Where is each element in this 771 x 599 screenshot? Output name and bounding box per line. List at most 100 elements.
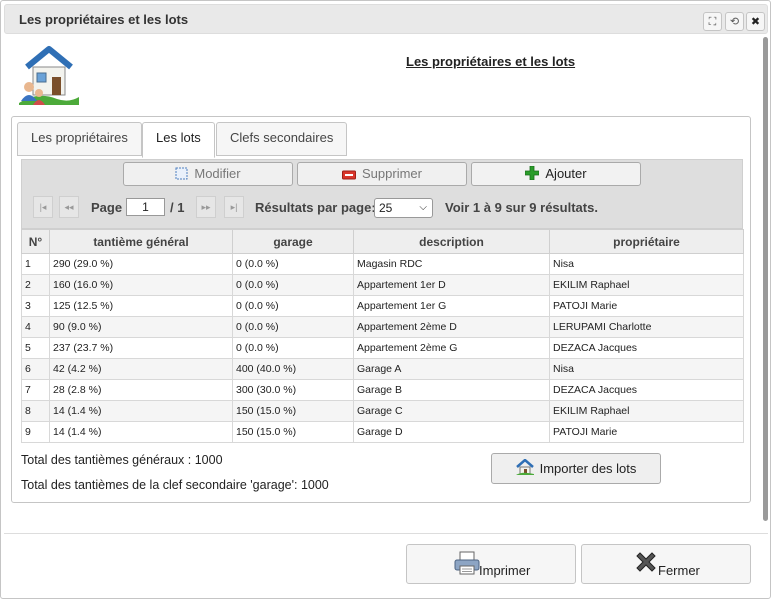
add-button[interactable]: Ajouter <box>471 162 641 186</box>
print-button[interactable]: Imprimer <box>406 544 576 584</box>
cell-description: Appartement 1er G <box>353 295 550 317</box>
cell-number: 1 <box>21 253 50 275</box>
dialog-window: Les propriétaires et les lots ⛶ ⟲ ✖ Les … <box>0 0 771 599</box>
plus-icon <box>525 166 540 180</box>
print-label: Imprimer <box>479 563 531 578</box>
edit-icon <box>175 167 188 180</box>
chevron-down-icon: ⌵ <box>419 202 427 213</box>
total-general-text: Total des tantièmes généraux : 1000 <box>21 453 223 467</box>
cell-description: Appartement 1er D <box>353 274 550 296</box>
close-label: Fermer <box>658 563 700 578</box>
next-page-button[interactable]: ▸▸ <box>196 196 216 218</box>
table-row[interactable]: 7 28 (2.8 %) 300 (30.0 %) Garage B DEZACA Ja… <box>21 379 744 401</box>
table-header-row: N° tantième général garage description p… <box>21 229 744 254</box>
cell-description: Magasin RDC <box>353 253 550 275</box>
cell-number: 5 <box>21 337 50 359</box>
cell-tantieme: 28 (2.8 %) <box>49 379 233 401</box>
column-header-proprietaire[interactable]: propriétaire <box>549 229 744 254</box>
cell-tantieme: 290 (29.0 %) <box>49 253 233 275</box>
tab-proprietaires[interactable]: Les propriétaires <box>17 122 142 156</box>
cell-garage: 400 (40.0 %) <box>232 358 354 380</box>
first-page-button[interactable]: |◂ <box>33 196 53 218</box>
table-row[interactable]: 1 290 (29.0 %) 0 (0.0 %) Magasin RDC Nisa <box>21 253 744 275</box>
cell-tantieme: 160 (16.0 %) <box>49 274 233 296</box>
restore-button[interactable]: ⟲ <box>725 12 744 31</box>
cell-description: Garage A <box>353 358 550 380</box>
results-per-page-label: Résultats par page: <box>255 200 376 215</box>
column-header-number[interactable]: N° <box>21 229 50 254</box>
modify-label: Modifier <box>194 166 241 181</box>
cell-number: 4 <box>21 316 50 338</box>
cell-description: Appartement 2ème D <box>353 316 550 338</box>
cell-number: 8 <box>21 400 50 422</box>
cell-number: 3 <box>21 295 50 317</box>
table-row[interactable]: 8 14 (1.4 %) 150 (15.0 %) Garage C EKILIM Ra… <box>21 400 744 422</box>
add-label: Ajouter <box>545 166 587 181</box>
cell-description: Garage C <box>353 400 550 422</box>
cell-tantieme: 237 (23.7 %) <box>49 337 233 359</box>
prev-page-button[interactable]: ◂◂ <box>59 196 79 218</box>
maximize-button[interactable]: ⛶ <box>703 12 722 31</box>
cell-description: Appartement 2ème G <box>353 337 550 359</box>
cell-description: Garage D <box>353 421 550 443</box>
cell-garage: 0 (0.0 %) <box>232 253 354 275</box>
cell-proprietaire: PATOJI Marie <box>549 421 744 443</box>
vertical-scrollbar[interactable] <box>763 37 768 521</box>
cell-proprietaire: Nisa <box>549 358 744 380</box>
last-page-button[interactable]: ▸| <box>224 196 244 218</box>
cell-tantieme: 14 (1.4 %) <box>49 421 233 443</box>
cell-proprietaire: EKILIM Raphael <box>549 274 744 296</box>
column-header-garage[interactable]: garage <box>232 229 354 254</box>
import-lots-label: Importer des lots <box>539 461 637 476</box>
column-header-tantieme[interactable]: tantième général <box>49 229 233 254</box>
page-total: / 1 <box>170 200 185 215</box>
cell-garage: 300 (30.0 %) <box>232 379 354 401</box>
page-label: Page <box>91 200 123 215</box>
cell-garage: 0 (0.0 %) <box>232 295 354 317</box>
cell-proprietaire: PATOJI Marie <box>549 295 744 317</box>
close-window-button[interactable]: ✖ <box>746 12 765 31</box>
house-import-icon <box>515 458 534 475</box>
cell-garage: 0 (0.0 %) <box>232 316 354 338</box>
table-row[interactable]: 2 160 (16.0 %) 0 (0.0 %) Appartement 1er DE… <box>21 274 744 296</box>
total-garage-text: Total des tantièmes de la clef secondair… <box>21 478 329 492</box>
page-number-input[interactable]: 1 <box>126 198 165 216</box>
cell-number: 9 <box>21 421 50 443</box>
cell-number: 2 <box>21 274 50 296</box>
table-row[interactable]: 6 42 (4.2 %) 400 (40.0 %) Garage A Nisa <box>21 358 744 380</box>
divider <box>4 533 768 534</box>
cell-garage: 0 (0.0 %) <box>232 274 354 296</box>
column-header-description[interactable]: description <box>353 229 550 254</box>
results-summary: Voir 1 à 9 sur 9 résultats. <box>445 200 598 215</box>
table-row[interactable]: 3 125 (12.5 %) 0 (0.0 %) Appartement 1er GP… <box>21 295 744 317</box>
cell-tantieme: 14 (1.4 %) <box>49 400 233 422</box>
modify-button[interactable]: Modifier <box>123 162 293 186</box>
delete-label: Supprimer <box>362 166 422 181</box>
cell-proprietaire: LERUPAMI Charlotte <box>549 316 744 338</box>
table-row[interactable]: 5 237 (23.7 %) 0 (0.0 %) Appartement 2ème G… <box>21 337 744 359</box>
table-row[interactable]: 4 90 (9.0 %) 0 (0.0 %) Appartement 2ème D LE… <box>21 316 744 338</box>
house-logo-icon <box>17 43 81 105</box>
cell-garage: 0 (0.0 %) <box>232 337 354 359</box>
cell-proprietaire: DEZACA Jacques <box>549 379 744 401</box>
import-lots-button[interactable]: Importer des lots <box>491 453 661 484</box>
minus-icon <box>342 170 357 180</box>
cell-proprietaire: DEZACA Jacques <box>549 337 744 359</box>
results-per-page-value: 25 <box>379 201 393 215</box>
table-row[interactable]: 9 14 (1.4 %) 150 (15.0 %) Garage D PATOJI Ma… <box>21 421 744 443</box>
page-heading: Les propriétaires et les lots <box>406 54 576 69</box>
cell-description: Garage B <box>353 379 550 401</box>
cell-tantieme: 90 (9.0 %) <box>49 316 233 338</box>
tab-lots[interactable]: Les lots <box>142 122 215 158</box>
close-button[interactable]: Fermer <box>581 544 751 584</box>
cell-proprietaire: Nisa <box>549 253 744 275</box>
cell-garage: 150 (15.0 %) <box>232 400 354 422</box>
delete-button[interactable]: Supprimer <box>297 162 467 186</box>
cell-tantieme: 42 (4.2 %) <box>49 358 233 380</box>
window-title: Les propriétaires et les lots <box>19 12 189 27</box>
cell-garage: 150 (15.0 %) <box>232 421 354 443</box>
title-bar[interactable]: Les propriétaires et les lots ⛶ ⟲ ✖ <box>4 4 768 34</box>
cell-tantieme: 125 (12.5 %) <box>49 295 233 317</box>
results-per-page-select[interactable]: 25 ⌵ <box>374 198 433 218</box>
tab-clefs-secondaires[interactable]: Clefs secondaires <box>216 122 348 156</box>
